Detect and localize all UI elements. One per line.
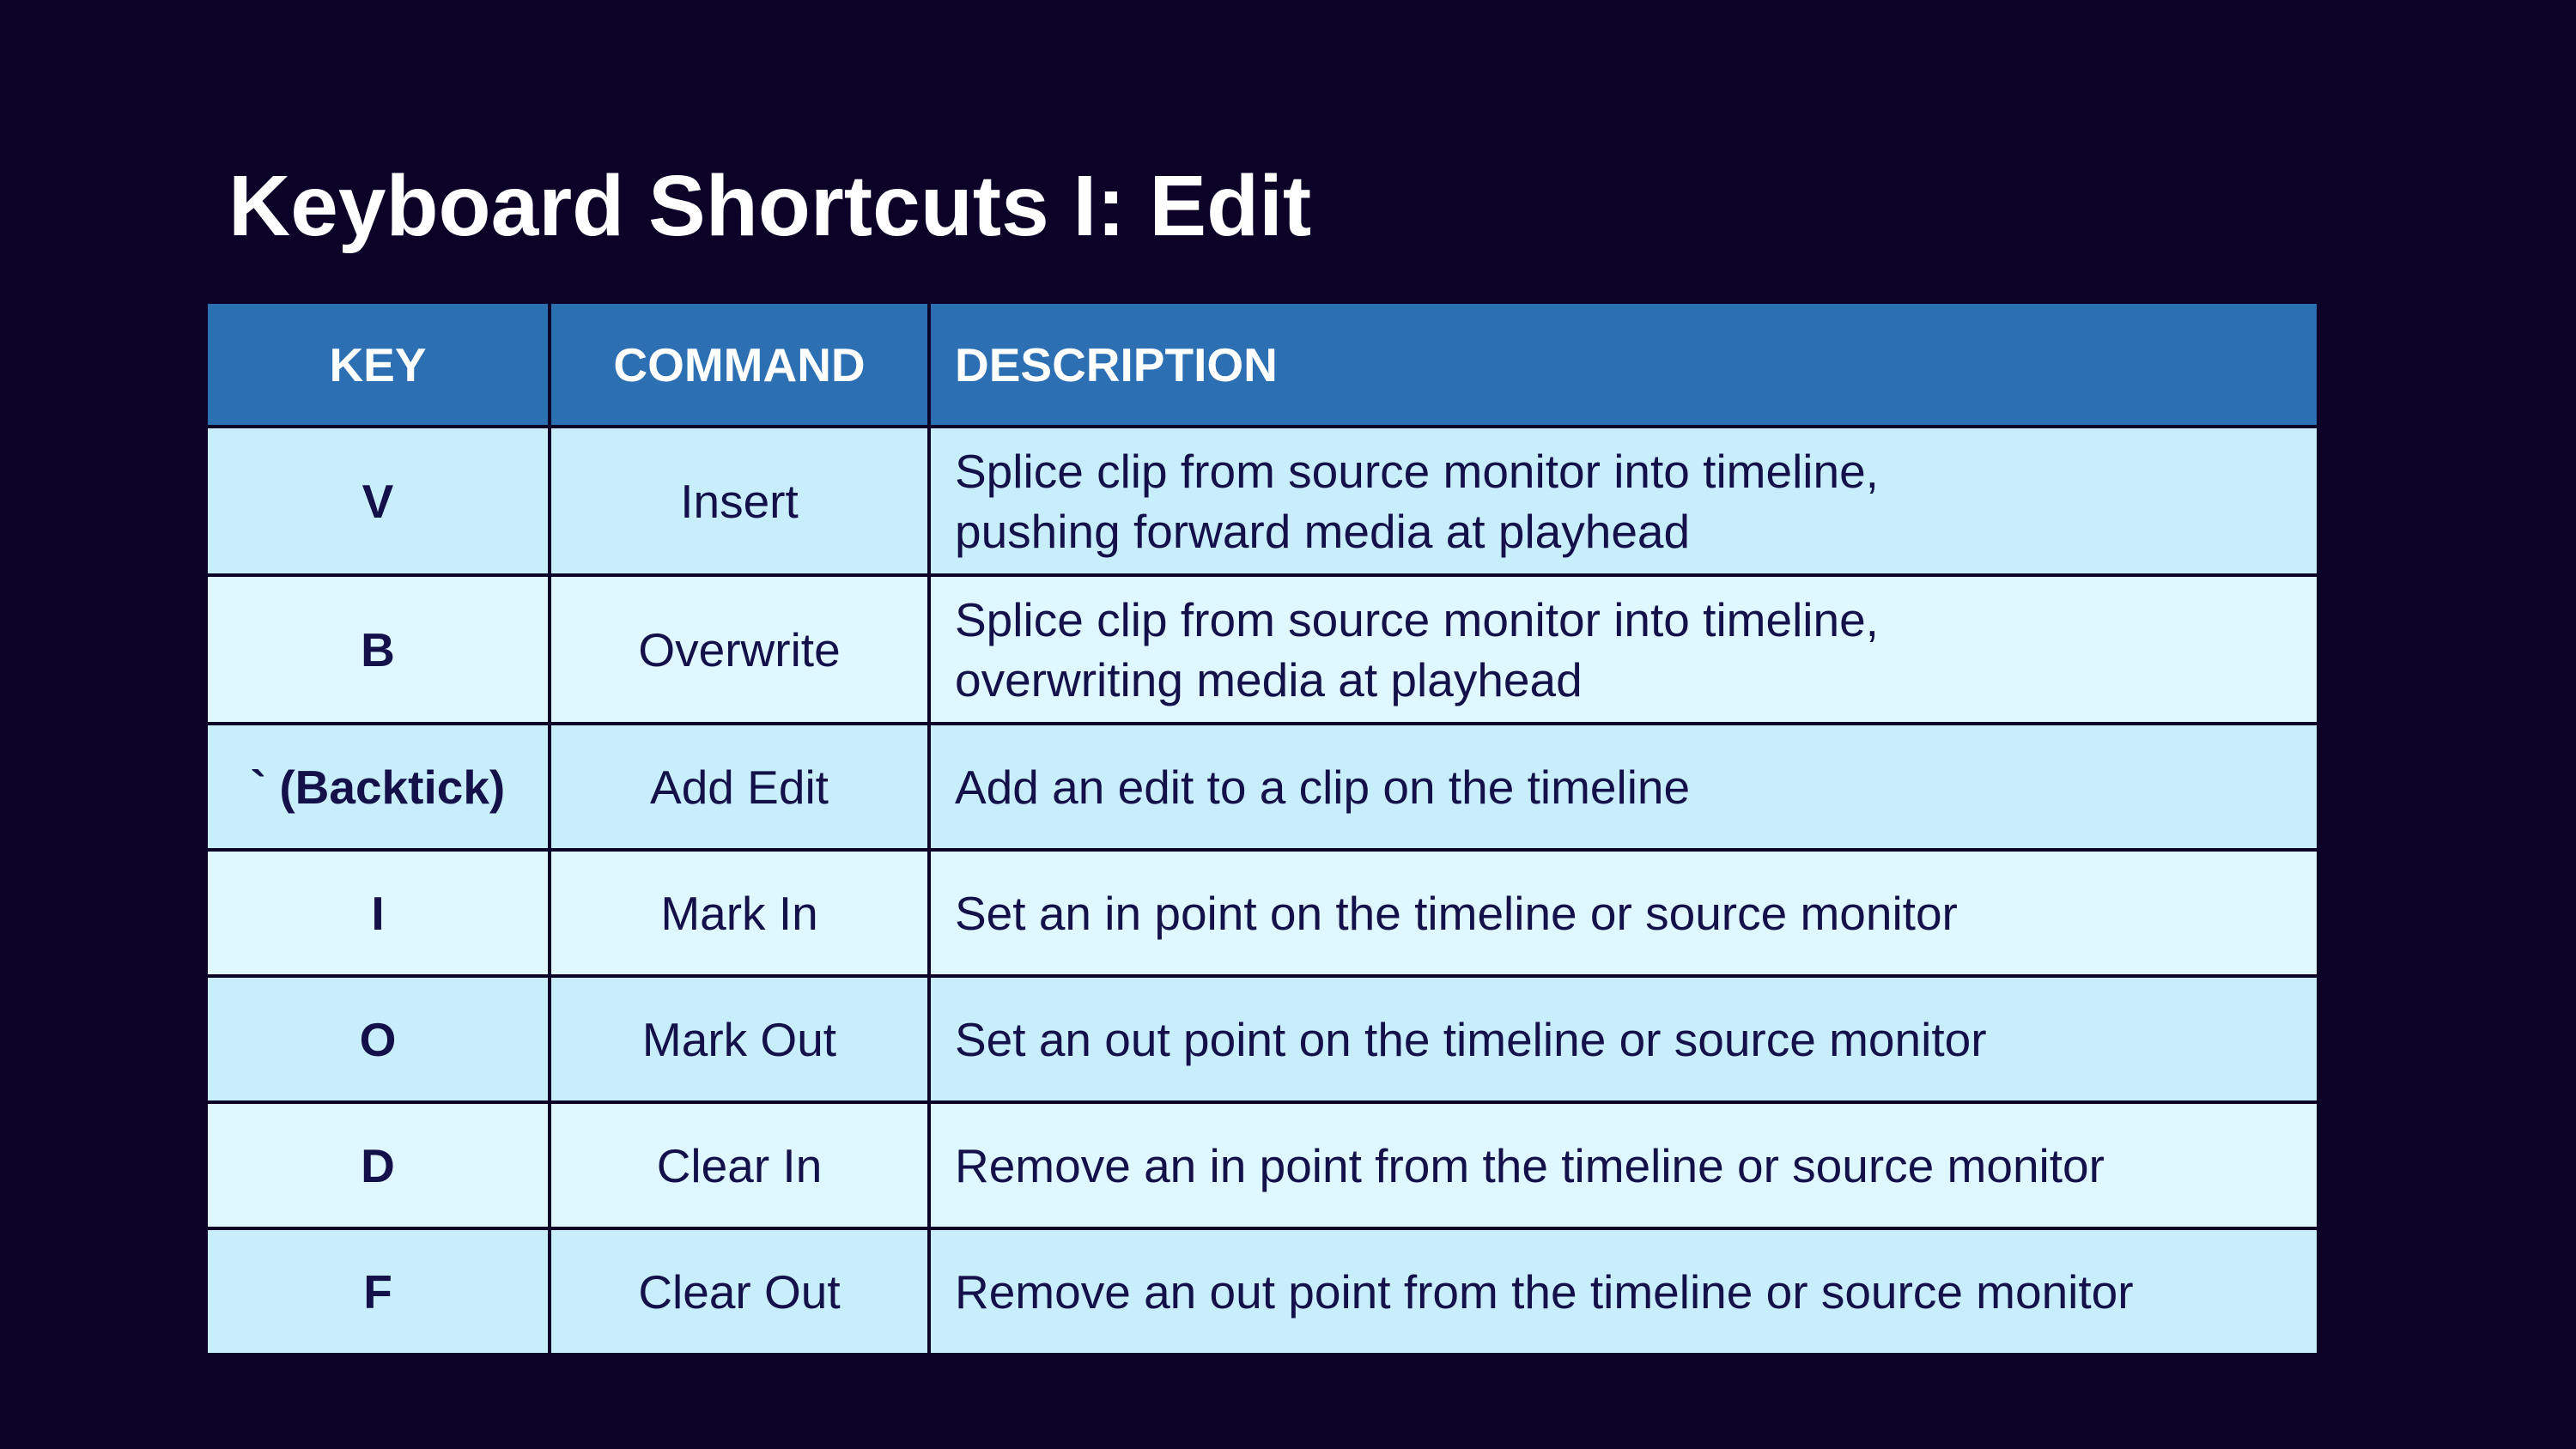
- command-cell: Insert: [548, 425, 931, 577]
- description-line: Remove an out point from the timeline or…: [955, 1264, 2134, 1319]
- table-row: V Insert Splice clip from source monitor…: [204, 425, 2320, 577]
- table-body: V Insert Splice clip from source monitor…: [204, 425, 2320, 1356]
- header-command: COMMAND: [548, 300, 931, 428]
- description-line: Set an out point on the timeline or sour…: [955, 1012, 1987, 1066]
- description-cell: Splice clip from source monitor into tim…: [927, 573, 2320, 725]
- command-cell: Mark In: [548, 848, 931, 978]
- command-cell: Clear In: [548, 1100, 931, 1230]
- description-line: overwriting media at playhead: [955, 652, 1583, 706]
- description-line: Add an edit to a clip on the timeline: [955, 760, 1691, 814]
- description-line: Splice clip from source monitor into tim…: [955, 444, 1879, 498]
- description-cell: Remove an out point from the timeline or…: [927, 1227, 2320, 1356]
- description-line: Set an in point on the timeline or sourc…: [955, 886, 1958, 940]
- key-cell: I: [204, 848, 551, 978]
- header-key: KEY: [204, 300, 551, 428]
- key-cell: V: [204, 425, 551, 577]
- table-row: F Clear Out Remove an out point from the…: [204, 1227, 2320, 1356]
- command-cell: Clear Out: [548, 1227, 931, 1356]
- table-row: B Overwrite Splice clip from source moni…: [204, 573, 2320, 725]
- command-cell: Mark Out: [548, 974, 931, 1104]
- command-cell: Overwrite: [548, 573, 931, 725]
- description-cell: Set an in point on the timeline or sourc…: [927, 848, 2320, 978]
- key-cell: B: [204, 573, 551, 725]
- table-row: ` (Backtick) Add Edit Add an edit to a c…: [204, 722, 2320, 852]
- description-cell: Remove an in point from the timeline or …: [927, 1100, 2320, 1230]
- description-line: pushing forward media at playhead: [955, 504, 1691, 558]
- table-row: O Mark Out Set an out point on the timel…: [204, 974, 2320, 1104]
- slide-title: Keyboard Shortcuts I: Edit: [228, 158, 1312, 254]
- key-cell: O: [204, 974, 551, 1104]
- header-row: KEY COMMAND DESCRIPTION: [204, 300, 2320, 428]
- key-cell: ` (Backtick): [204, 722, 551, 852]
- key-cell: F: [204, 1227, 551, 1356]
- description-line: Remove an in point from the timeline or …: [955, 1138, 2105, 1192]
- key-cell: D: [204, 1100, 551, 1230]
- table-row: D Clear In Remove an in point from the t…: [204, 1100, 2320, 1230]
- table-row: I Mark In Set an in point on the timelin…: [204, 848, 2320, 978]
- shortcut-table: KEY COMMAND DESCRIPTION V Insert Splice …: [204, 300, 2320, 1356]
- command-cell: Add Edit: [548, 722, 931, 852]
- description-cell: Add an edit to a clip on the timeline: [927, 722, 2320, 852]
- description-cell: Splice clip from source monitor into tim…: [927, 425, 2320, 577]
- header-description: DESCRIPTION: [927, 300, 2320, 428]
- table-header: KEY COMMAND DESCRIPTION: [204, 300, 2320, 428]
- description-line: Splice clip from source monitor into tim…: [955, 592, 1879, 646]
- description-cell: Set an out point on the timeline or sour…: [927, 974, 2320, 1104]
